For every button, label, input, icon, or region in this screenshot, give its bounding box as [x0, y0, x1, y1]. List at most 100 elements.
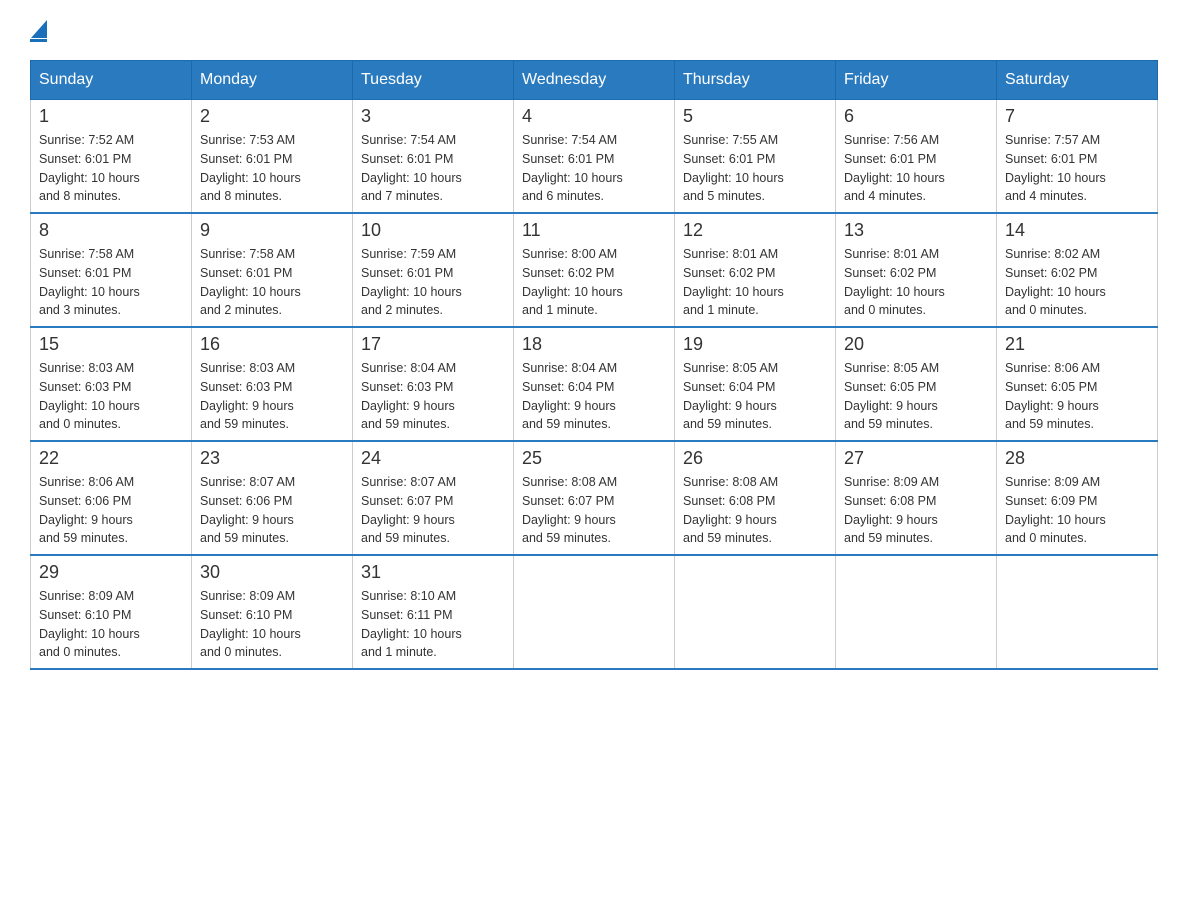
calendar-day-cell: 12 Sunrise: 8:01 AMSunset: 6:02 PMDaylig… [675, 213, 836, 327]
day-info: Sunrise: 8:01 AMSunset: 6:02 PMDaylight:… [683, 245, 827, 320]
day-info: Sunrise: 7:54 AMSunset: 6:01 PMDaylight:… [522, 131, 666, 206]
calendar-day-cell: 24 Sunrise: 8:07 AMSunset: 6:07 PMDaylig… [353, 441, 514, 555]
calendar-week-row: 15 Sunrise: 8:03 AMSunset: 6:03 PMDaylig… [31, 327, 1158, 441]
calendar-day-cell [997, 555, 1158, 669]
day-number: 6 [844, 106, 988, 127]
day-number: 3 [361, 106, 505, 127]
day-info: Sunrise: 7:58 AMSunset: 6:01 PMDaylight:… [200, 245, 344, 320]
day-number: 23 [200, 448, 344, 469]
calendar-table: SundayMondayTuesdayWednesdayThursdayFrid… [30, 60, 1158, 670]
day-info: Sunrise: 7:59 AMSunset: 6:01 PMDaylight:… [361, 245, 505, 320]
day-number: 26 [683, 448, 827, 469]
calendar-week-row: 22 Sunrise: 8:06 AMSunset: 6:06 PMDaylig… [31, 441, 1158, 555]
day-info: Sunrise: 7:57 AMSunset: 6:01 PMDaylight:… [1005, 131, 1149, 206]
day-info: Sunrise: 7:58 AMSunset: 6:01 PMDaylight:… [39, 245, 183, 320]
calendar-day-cell: 8 Sunrise: 7:58 AMSunset: 6:01 PMDayligh… [31, 213, 192, 327]
calendar-day-cell: 18 Sunrise: 8:04 AMSunset: 6:04 PMDaylig… [514, 327, 675, 441]
day-number: 18 [522, 334, 666, 355]
page-header [30, 20, 1158, 40]
calendar-day-cell: 27 Sunrise: 8:09 AMSunset: 6:08 PMDaylig… [836, 441, 997, 555]
calendar-day-cell: 5 Sunrise: 7:55 AMSunset: 6:01 PMDayligh… [675, 100, 836, 214]
calendar-week-row: 8 Sunrise: 7:58 AMSunset: 6:01 PMDayligh… [31, 213, 1158, 327]
day-info: Sunrise: 8:07 AMSunset: 6:07 PMDaylight:… [361, 473, 505, 548]
day-number: 10 [361, 220, 505, 241]
day-info: Sunrise: 8:09 AMSunset: 6:09 PMDaylight:… [1005, 473, 1149, 548]
day-info: Sunrise: 8:04 AMSunset: 6:04 PMDaylight:… [522, 359, 666, 434]
day-number: 1 [39, 106, 183, 127]
calendar-day-cell: 15 Sunrise: 8:03 AMSunset: 6:03 PMDaylig… [31, 327, 192, 441]
day-info: Sunrise: 8:08 AMSunset: 6:08 PMDaylight:… [683, 473, 827, 548]
calendar-day-cell: 31 Sunrise: 8:10 AMSunset: 6:11 PMDaylig… [353, 555, 514, 669]
calendar-day-cell [836, 555, 997, 669]
day-number: 27 [844, 448, 988, 469]
day-of-week-header: Saturday [997, 61, 1158, 100]
day-info: Sunrise: 8:06 AMSunset: 6:05 PMDaylight:… [1005, 359, 1149, 434]
day-number: 29 [39, 562, 183, 583]
day-info: Sunrise: 8:09 AMSunset: 6:08 PMDaylight:… [844, 473, 988, 548]
day-number: 17 [361, 334, 505, 355]
day-of-week-header: Tuesday [353, 61, 514, 100]
day-info: Sunrise: 8:04 AMSunset: 6:03 PMDaylight:… [361, 359, 505, 434]
day-number: 4 [522, 106, 666, 127]
calendar-day-cell: 23 Sunrise: 8:07 AMSunset: 6:06 PMDaylig… [192, 441, 353, 555]
day-number: 22 [39, 448, 183, 469]
calendar-week-row: 1 Sunrise: 7:52 AMSunset: 6:01 PMDayligh… [31, 100, 1158, 214]
day-of-week-header: Thursday [675, 61, 836, 100]
day-number: 24 [361, 448, 505, 469]
calendar-day-cell: 10 Sunrise: 7:59 AMSunset: 6:01 PMDaylig… [353, 213, 514, 327]
calendar-day-cell: 9 Sunrise: 7:58 AMSunset: 6:01 PMDayligh… [192, 213, 353, 327]
calendar-week-row: 29 Sunrise: 8:09 AMSunset: 6:10 PMDaylig… [31, 555, 1158, 669]
calendar-header-row: SundayMondayTuesdayWednesdayThursdayFrid… [31, 61, 1158, 100]
day-info: Sunrise: 8:00 AMSunset: 6:02 PMDaylight:… [522, 245, 666, 320]
calendar-day-cell: 26 Sunrise: 8:08 AMSunset: 6:08 PMDaylig… [675, 441, 836, 555]
day-info: Sunrise: 7:54 AMSunset: 6:01 PMDaylight:… [361, 131, 505, 206]
day-info: Sunrise: 8:10 AMSunset: 6:11 PMDaylight:… [361, 587, 505, 662]
day-number: 30 [200, 562, 344, 583]
calendar-day-cell: 29 Sunrise: 8:09 AMSunset: 6:10 PMDaylig… [31, 555, 192, 669]
calendar-day-cell: 11 Sunrise: 8:00 AMSunset: 6:02 PMDaylig… [514, 213, 675, 327]
calendar-day-cell: 28 Sunrise: 8:09 AMSunset: 6:09 PMDaylig… [997, 441, 1158, 555]
day-of-week-header: Monday [192, 61, 353, 100]
day-number: 11 [522, 220, 666, 241]
day-info: Sunrise: 8:01 AMSunset: 6:02 PMDaylight:… [844, 245, 988, 320]
calendar-day-cell: 22 Sunrise: 8:06 AMSunset: 6:06 PMDaylig… [31, 441, 192, 555]
day-info: Sunrise: 7:56 AMSunset: 6:01 PMDaylight:… [844, 131, 988, 206]
day-info: Sunrise: 7:52 AMSunset: 6:01 PMDaylight:… [39, 131, 183, 206]
day-info: Sunrise: 8:07 AMSunset: 6:06 PMDaylight:… [200, 473, 344, 548]
day-number: 14 [1005, 220, 1149, 241]
day-info: Sunrise: 8:02 AMSunset: 6:02 PMDaylight:… [1005, 245, 1149, 320]
day-info: Sunrise: 7:55 AMSunset: 6:01 PMDaylight:… [683, 131, 827, 206]
day-number: 20 [844, 334, 988, 355]
calendar-day-cell: 30 Sunrise: 8:09 AMSunset: 6:10 PMDaylig… [192, 555, 353, 669]
calendar-day-cell: 1 Sunrise: 7:52 AMSunset: 6:01 PMDayligh… [31, 100, 192, 214]
calendar-day-cell: 3 Sunrise: 7:54 AMSunset: 6:01 PMDayligh… [353, 100, 514, 214]
day-number: 28 [1005, 448, 1149, 469]
calendar-day-cell: 17 Sunrise: 8:04 AMSunset: 6:03 PMDaylig… [353, 327, 514, 441]
calendar-day-cell: 7 Sunrise: 7:57 AMSunset: 6:01 PMDayligh… [997, 100, 1158, 214]
day-number: 19 [683, 334, 827, 355]
calendar-day-cell: 2 Sunrise: 7:53 AMSunset: 6:01 PMDayligh… [192, 100, 353, 214]
day-info: Sunrise: 8:03 AMSunset: 6:03 PMDaylight:… [200, 359, 344, 434]
day-info: Sunrise: 8:08 AMSunset: 6:07 PMDaylight:… [522, 473, 666, 548]
day-number: 12 [683, 220, 827, 241]
calendar-day-cell: 16 Sunrise: 8:03 AMSunset: 6:03 PMDaylig… [192, 327, 353, 441]
day-info: Sunrise: 8:09 AMSunset: 6:10 PMDaylight:… [200, 587, 344, 662]
calendar-day-cell: 25 Sunrise: 8:08 AMSunset: 6:07 PMDaylig… [514, 441, 675, 555]
day-number: 25 [522, 448, 666, 469]
calendar-day-cell: 4 Sunrise: 7:54 AMSunset: 6:01 PMDayligh… [514, 100, 675, 214]
day-info: Sunrise: 8:03 AMSunset: 6:03 PMDaylight:… [39, 359, 183, 434]
calendar-day-cell [514, 555, 675, 669]
day-number: 5 [683, 106, 827, 127]
day-of-week-header: Sunday [31, 61, 192, 100]
day-number: 15 [39, 334, 183, 355]
calendar-day-cell: 20 Sunrise: 8:05 AMSunset: 6:05 PMDaylig… [836, 327, 997, 441]
day-number: 2 [200, 106, 344, 127]
day-info: Sunrise: 7:53 AMSunset: 6:01 PMDaylight:… [200, 131, 344, 206]
day-info: Sunrise: 8:06 AMSunset: 6:06 PMDaylight:… [39, 473, 183, 548]
calendar-day-cell: 13 Sunrise: 8:01 AMSunset: 6:02 PMDaylig… [836, 213, 997, 327]
day-of-week-header: Friday [836, 61, 997, 100]
calendar-day-cell: 6 Sunrise: 7:56 AMSunset: 6:01 PMDayligh… [836, 100, 997, 214]
logo [30, 20, 47, 40]
day-number: 21 [1005, 334, 1149, 355]
day-number: 13 [844, 220, 988, 241]
